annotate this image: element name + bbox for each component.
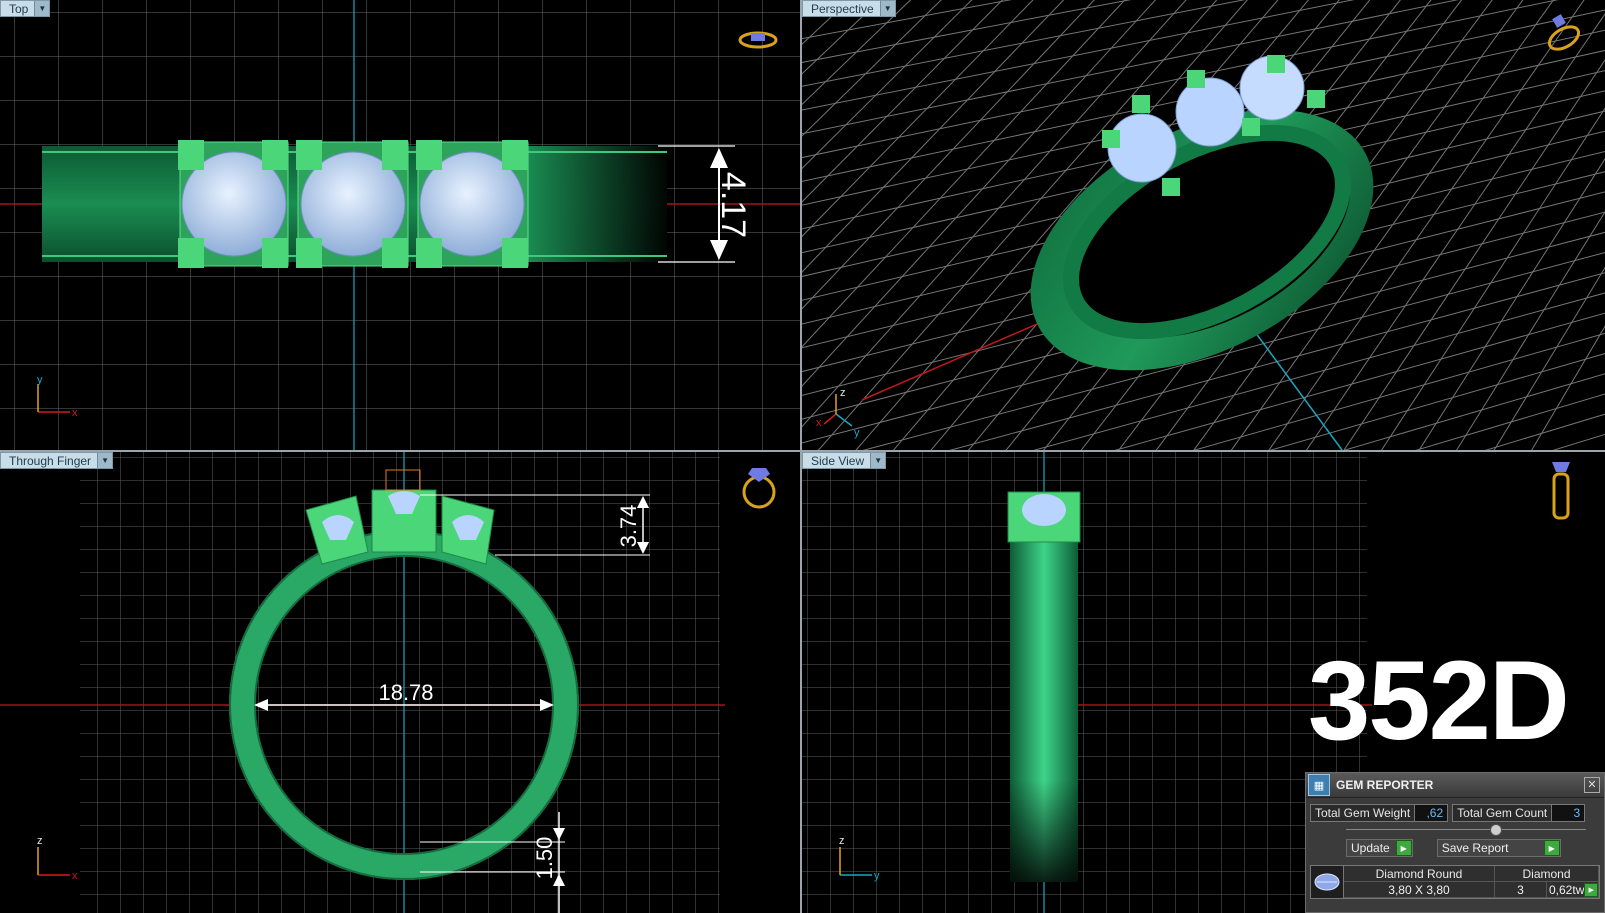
svg-text:x: x	[72, 870, 78, 882]
close-icon[interactable]: ✕	[1584, 777, 1600, 793]
slider-knob[interactable]	[1490, 824, 1502, 836]
viewport-top-label: Top	[9, 1, 29, 16]
dropdown-arrow-icon[interactable]: ▼	[97, 453, 113, 468]
svg-text:x: x	[72, 407, 78, 419]
update-button[interactable]: Update ▶	[1346, 839, 1413, 857]
ring-view-icon[interactable]	[742, 468, 776, 509]
stone-setting-2	[296, 140, 409, 268]
gem-reporter-title: GEM REPORTER	[1336, 778, 1434, 792]
top-view-canvas: 4.17 x y	[0, 0, 800, 450]
total-gem-count-field: Total Gem Count 3	[1452, 804, 1586, 822]
viewport-through-finger-label: Through Finger	[9, 453, 92, 468]
axis-gizmo: z x y	[816, 387, 860, 439]
gem-weight: 0,62tw	[1549, 882, 1585, 897]
svg-text:z: z	[839, 835, 845, 847]
ring-side-profile	[1007, 491, 1081, 882]
save-report-button[interactable]: Save Report ▶	[1436, 839, 1561, 857]
viewport-perspective-menu[interactable]: Perspective ▼	[802, 0, 896, 17]
perspective-canvas: z x y	[802, 0, 1605, 450]
viewport-side-label: Side View	[811, 453, 865, 468]
gem-weight-cell: 0,62tw ▶	[1547, 882, 1599, 898]
stone-setting-1	[178, 140, 289, 268]
viewport-through-finger-menu[interactable]: Through Finger ▼	[0, 452, 114, 469]
svg-text:y: y	[854, 427, 860, 439]
gem-size: 3,80 X 3,80	[1344, 882, 1495, 898]
svg-text:x: x	[816, 417, 822, 429]
play-icon[interactable]: ▶	[1584, 882, 1598, 897]
diamond-round-icon	[1311, 866, 1344, 898]
total-gem-count-value: 3	[1551, 805, 1585, 821]
gem-shape: Diamond Round	[1344, 866, 1495, 882]
gem-count: 3	[1495, 882, 1547, 898]
viewport-perspective[interactable]: Perspective ▼ z x y	[802, 0, 1605, 450]
viewport-side-menu[interactable]: Side View ▼	[802, 452, 887, 469]
total-gem-weight-field: Total Gem Weight ,62	[1310, 804, 1449, 822]
dimension-band-thickness: 1.50	[532, 837, 557, 880]
play-icon: ▶	[1543, 840, 1560, 856]
viewport-top-menu[interactable]: Top ▼	[0, 0, 51, 17]
viewport-top[interactable]: Top ▼ 4.17 x y	[0, 0, 800, 450]
stone-setting-3	[416, 140, 529, 268]
dimension-width: 4.17	[714, 172, 752, 238]
model-code: 352D	[1308, 638, 1570, 763]
ring-3d-model	[1030, 55, 1374, 371]
svg-text:y: y	[37, 374, 43, 386]
dimension-inner-diameter: 18.78	[378, 680, 433, 705]
through-finger-canvas: 3.74 18.78 1.50 x z	[0, 452, 776, 913]
gem-reporter-panel: ▦ GEM REPORTER ✕ Total Gem Weight ,62 To…	[1305, 772, 1605, 913]
ring-view-icon[interactable]	[1552, 462, 1570, 520]
viewport-perspective-label: Perspective	[811, 1, 874, 16]
gem-reporter-icon: ▦	[1308, 774, 1330, 796]
dropdown-arrow-icon[interactable]: ▼	[870, 453, 886, 468]
viewport-through-finger[interactable]: Through Finger ▼ 3.74 18.78 1.50 x z	[0, 452, 800, 913]
ring-view-icon[interactable]	[1546, 14, 1583, 54]
gem-type: Diamond	[1495, 866, 1599, 882]
panel-slider[interactable]	[1346, 824, 1586, 836]
dropdown-arrow-icon[interactable]: ▼	[879, 1, 895, 16]
axis-gizmo: x z	[37, 835, 78, 882]
dimension-setting-height: 3.74	[616, 505, 641, 548]
svg-text:z: z	[840, 387, 846, 399]
gem-list-row[interactable]: Diamond Round Diamond 3,80 X 3,80 3 0,62…	[1310, 865, 1600, 899]
dropdown-arrow-icon[interactable]: ▼	[34, 1, 50, 16]
gem-reporter-titlebar[interactable]: ▦ GEM REPORTER ✕	[1306, 773, 1604, 798]
svg-text:y: y	[874, 870, 880, 882]
play-icon: ▶	[1395, 840, 1412, 856]
svg-text:z: z	[37, 835, 43, 847]
total-gem-weight-value: ,62	[1414, 805, 1448, 821]
